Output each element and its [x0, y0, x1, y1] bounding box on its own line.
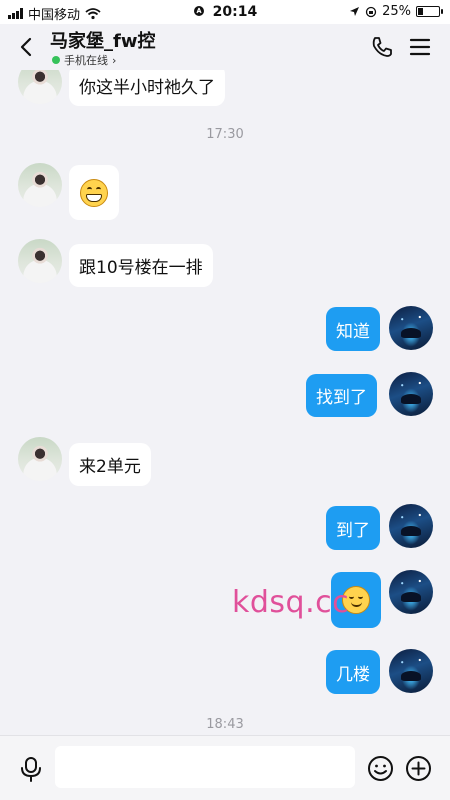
- message-bubble-incoming[interactable]: 你这半小时祂久了: [69, 70, 225, 106]
- status-right: 25%: [349, 4, 443, 19]
- watermark-text: kdsq.cc: [232, 585, 350, 620]
- avatar-self[interactable]: [389, 504, 433, 548]
- message-text: 来2单元: [79, 457, 141, 477]
- message-bubble-incoming[interactable]: [69, 165, 119, 220]
- message-bubble-outgoing[interactable]: 几楼: [326, 650, 380, 694]
- avatar-contact[interactable]: [18, 239, 62, 283]
- message-bubble-outgoing[interactable]: 到了: [326, 506, 380, 550]
- message-input[interactable]: [55, 746, 355, 788]
- avatar-contact[interactable]: [18, 70, 62, 104]
- back-arrow-icon[interactable]: [16, 36, 38, 58]
- chevron-right-icon: ›: [112, 53, 117, 67]
- battery-level: [418, 8, 423, 15]
- plus-icon[interactable]: [405, 755, 432, 782]
- chat-header: 马家堡_fw控 手机在线 ›: [0, 24, 450, 70]
- alarm-icon: [193, 6, 204, 16]
- online-status-text: 手机在线: [64, 54, 108, 67]
- avatar-contact[interactable]: [18, 163, 62, 207]
- online-status[interactable]: 手机在线 ›: [52, 52, 116, 68]
- message-bubble-incoming[interactable]: 跟10号楼在一排: [69, 244, 213, 287]
- avatar-self[interactable]: [389, 372, 433, 416]
- avatar-self[interactable]: [389, 306, 433, 350]
- message-text: 你这半小时祂久了: [79, 77, 215, 98]
- message-text: 知道: [336, 321, 370, 342]
- input-bar: [0, 735, 450, 800]
- message-text: 跟10号楼在一排: [79, 258, 203, 278]
- microphone-icon[interactable]: [19, 756, 43, 782]
- phone-icon[interactable]: [370, 35, 394, 59]
- battery-icon: [416, 6, 443, 17]
- message-text: 到了: [336, 520, 370, 541]
- status-bar: 中国移动 20:14 25%: [0, 0, 450, 24]
- message-bubble-outgoing[interactable]: 找到了: [306, 374, 377, 417]
- chat-title: 马家堡_fw控: [50, 31, 156, 52]
- location-icon: [350, 7, 360, 16]
- message-text: 找到了: [316, 388, 367, 408]
- chat-area[interactable]: 你这半小时祂久了 17:30 跟10号楼在一排 知道 找到了 来2单元 到了 几…: [0, 70, 450, 735]
- avatar-self[interactable]: [389, 649, 433, 693]
- message-bubble-outgoing[interactable]: 知道: [326, 307, 380, 351]
- avatar-contact[interactable]: [18, 437, 62, 481]
- menu-icon[interactable]: [408, 36, 432, 58]
- battery-percent: 25%: [382, 4, 411, 19]
- message-text: 几楼: [336, 664, 370, 685]
- grinning-face-icon: [80, 178, 108, 207]
- clock: 20:14: [212, 4, 258, 20]
- message-bubble-incoming[interactable]: 来2单元: [69, 443, 151, 486]
- rotation-lock-icon: [365, 6, 377, 17]
- online-indicator: [52, 56, 60, 64]
- timestamp: 17:30: [206, 127, 244, 142]
- avatar-self[interactable]: [389, 570, 433, 614]
- emoji-picker-icon[interactable]: [367, 755, 394, 782]
- timestamp: 18:43: [206, 717, 244, 732]
